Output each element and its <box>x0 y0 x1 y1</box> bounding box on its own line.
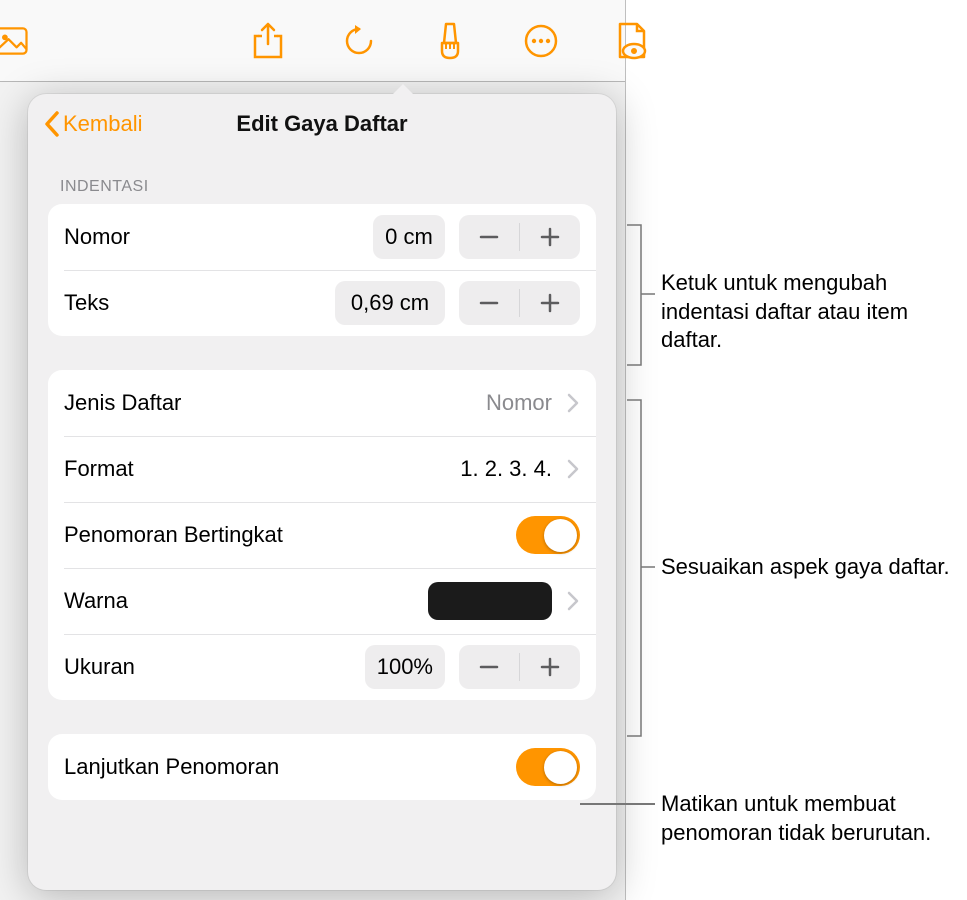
label-teks: Teks <box>64 290 109 316</box>
row-warna[interactable]: Warna <box>48 568 596 634</box>
callout-indent: Ketuk untuk mengubah indentasi daftar at… <box>661 269 966 355</box>
back-button[interactable]: Kembali <box>44 111 142 137</box>
row-jenis-daftar[interactable]: Jenis Daftar Nomor <box>48 370 596 436</box>
chevron-right-icon <box>566 590 580 612</box>
color-swatch <box>428 582 552 620</box>
label-penomoran-bertingkat: Penomoran Bertingkat <box>64 522 283 548</box>
stepper-minus-button[interactable] <box>459 281 519 325</box>
label-ukuran: Ukuran <box>64 654 135 680</box>
label-nomor: Nomor <box>64 224 130 250</box>
photo-icon[interactable] <box>0 23 31 59</box>
value-format: 1. 2. 3. 4. <box>460 456 552 482</box>
document-view-icon[interactable] <box>614 23 650 59</box>
stepper-plus-button[interactable] <box>520 645 580 689</box>
row-ukuran: Ukuran 100% <box>48 634 596 700</box>
chevron-right-icon <box>566 392 580 414</box>
toolbar <box>0 0 625 82</box>
popover-header: Kembali Edit Gaya Daftar <box>28 94 616 154</box>
toolbar-group <box>250 23 650 59</box>
row-lanjutkan-penomoran: Lanjutkan Penomoran <box>48 734 596 800</box>
popover-body: INDENTASI Nomor 0 cm <box>28 154 616 890</box>
group-style: Jenis Daftar Nomor Format 1. 2. 3. 4. <box>48 370 596 700</box>
back-label: Kembali <box>63 111 142 137</box>
undo-icon[interactable] <box>341 23 377 59</box>
value-teks-indent[interactable]: 0,69 cm <box>335 281 445 325</box>
row-format[interactable]: Format 1. 2. 3. 4. <box>48 436 596 502</box>
stepper-plus-button[interactable] <box>520 281 580 325</box>
section-header-indentasi: INDENTASI <box>48 178 596 204</box>
callout-continue: Matikan untuk membuat penomoran tidak be… <box>661 790 966 847</box>
format-popover: Kembali Edit Gaya Daftar INDENTASI Nomor… <box>28 94 616 890</box>
stepper-nomor-indent <box>459 215 580 259</box>
stepper-minus-button[interactable] <box>459 215 519 259</box>
stepper-ukuran <box>459 645 580 689</box>
app-frame: Kembali Edit Gaya Daftar INDENTASI Nomor… <box>0 0 626 900</box>
more-icon[interactable] <box>523 23 559 59</box>
stepper-teks-indent <box>459 281 580 325</box>
value-ukuran[interactable]: 100% <box>365 645 445 689</box>
label-jenis-daftar: Jenis Daftar <box>64 390 181 416</box>
row-penomoran-bertingkat: Penomoran Bertingkat <box>48 502 596 568</box>
label-warna: Warna <box>64 588 128 614</box>
group-indentasi: Nomor 0 cm <box>48 204 596 336</box>
share-icon[interactable] <box>250 23 286 59</box>
switch-lanjutkan-penomoran[interactable] <box>516 748 580 786</box>
stepper-plus-button[interactable] <box>520 215 580 259</box>
chevron-right-icon <box>566 458 580 480</box>
row-teks-indent: Teks 0,69 cm <box>48 270 596 336</box>
value-nomor-indent[interactable]: 0 cm <box>373 215 445 259</box>
value-jenis-daftar: Nomor <box>486 390 552 416</box>
label-lanjutkan-penomoran: Lanjutkan Penomoran <box>64 754 279 780</box>
group-continue: Lanjutkan Penomoran <box>48 734 596 800</box>
switch-penomoran-bertingkat[interactable] <box>516 516 580 554</box>
row-nomor-indent: Nomor 0 cm <box>48 204 596 270</box>
label-format: Format <box>64 456 134 482</box>
callout-style: Sesuaikan aspek gaya daftar. <box>661 553 966 582</box>
stepper-minus-button[interactable] <box>459 645 519 689</box>
brush-icon[interactable] <box>432 23 468 59</box>
